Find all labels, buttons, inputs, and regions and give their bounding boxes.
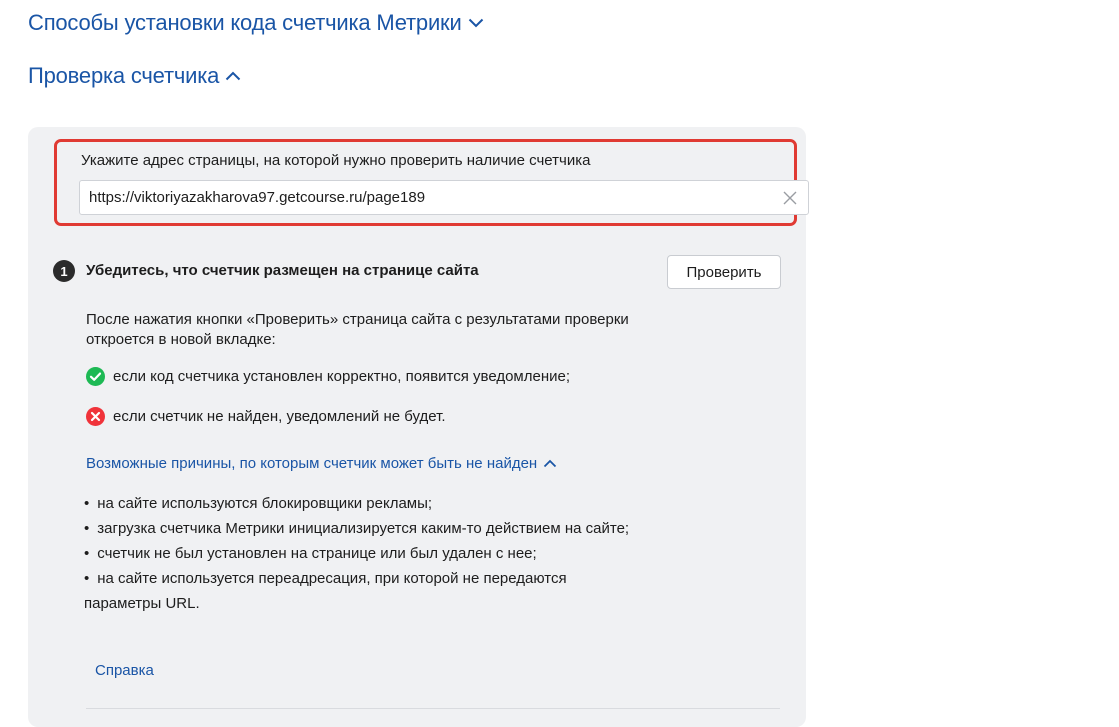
install-methods-link[interactable]: Способы установки кода счетчика Метрики — [28, 10, 484, 36]
close-icon[interactable] — [779, 187, 801, 209]
reasons-toggle-link[interactable]: Возможные причины, по которым счетчик мо… — [86, 455, 557, 472]
step-description: После нажатия кнопки «Проверить» страниц… — [86, 311, 629, 348]
status-ok-row: если код счетчика установлен корректно, … — [86, 367, 570, 386]
reasons-list: на сайте используются блокировщики рекла… — [84, 491, 644, 616]
list-item: загрузка счетчика Метрики инициализирует… — [84, 516, 644, 541]
list-item: счетчик не был установлен на странице ил… — [84, 541, 644, 566]
counter-check-label: Проверка счетчика — [28, 63, 220, 88]
list-item: на сайте используется переадресация, при… — [84, 566, 644, 616]
step-number-badge: 1 — [53, 260, 75, 282]
counter-check-link[interactable]: Проверка счетчика — [28, 63, 241, 89]
install-methods-label: Способы установки кода счетчика Метрики — [28, 10, 462, 35]
status-fail-text: если счетчик не найден, уведомлений не б… — [113, 408, 446, 425]
chevron-down-icon — [468, 18, 484, 28]
list-item: на сайте используются блокировщики рекла… — [84, 491, 644, 516]
divider — [86, 708, 780, 709]
step-title: Убедитесь, что счетчик размещен на стран… — [86, 262, 479, 279]
status-fail-row: если счетчик не найден, уведомлений не б… — [86, 407, 446, 426]
chevron-up-icon — [543, 459, 557, 468]
check-button[interactable]: Проверить — [667, 255, 781, 289]
cross-circle-icon — [86, 407, 105, 426]
status-ok-text: если код счетчика установлен корректно, … — [113, 368, 571, 385]
url-check-box: Укажите адрес страницы, на которой нужно… — [54, 139, 809, 226]
chevron-up-icon — [225, 71, 241, 81]
url-input[interactable] — [79, 180, 809, 215]
reasons-toggle-label: Возможные причины, по которым счетчик мо… — [86, 455, 538, 472]
check-circle-icon — [86, 367, 105, 386]
help-link[interactable]: Справка — [95, 662, 154, 679]
counter-check-panel: Укажите адрес страницы, на которой нужно… — [28, 127, 809, 727]
url-label: Укажите адрес страницы, на которой нужно… — [81, 152, 591, 169]
